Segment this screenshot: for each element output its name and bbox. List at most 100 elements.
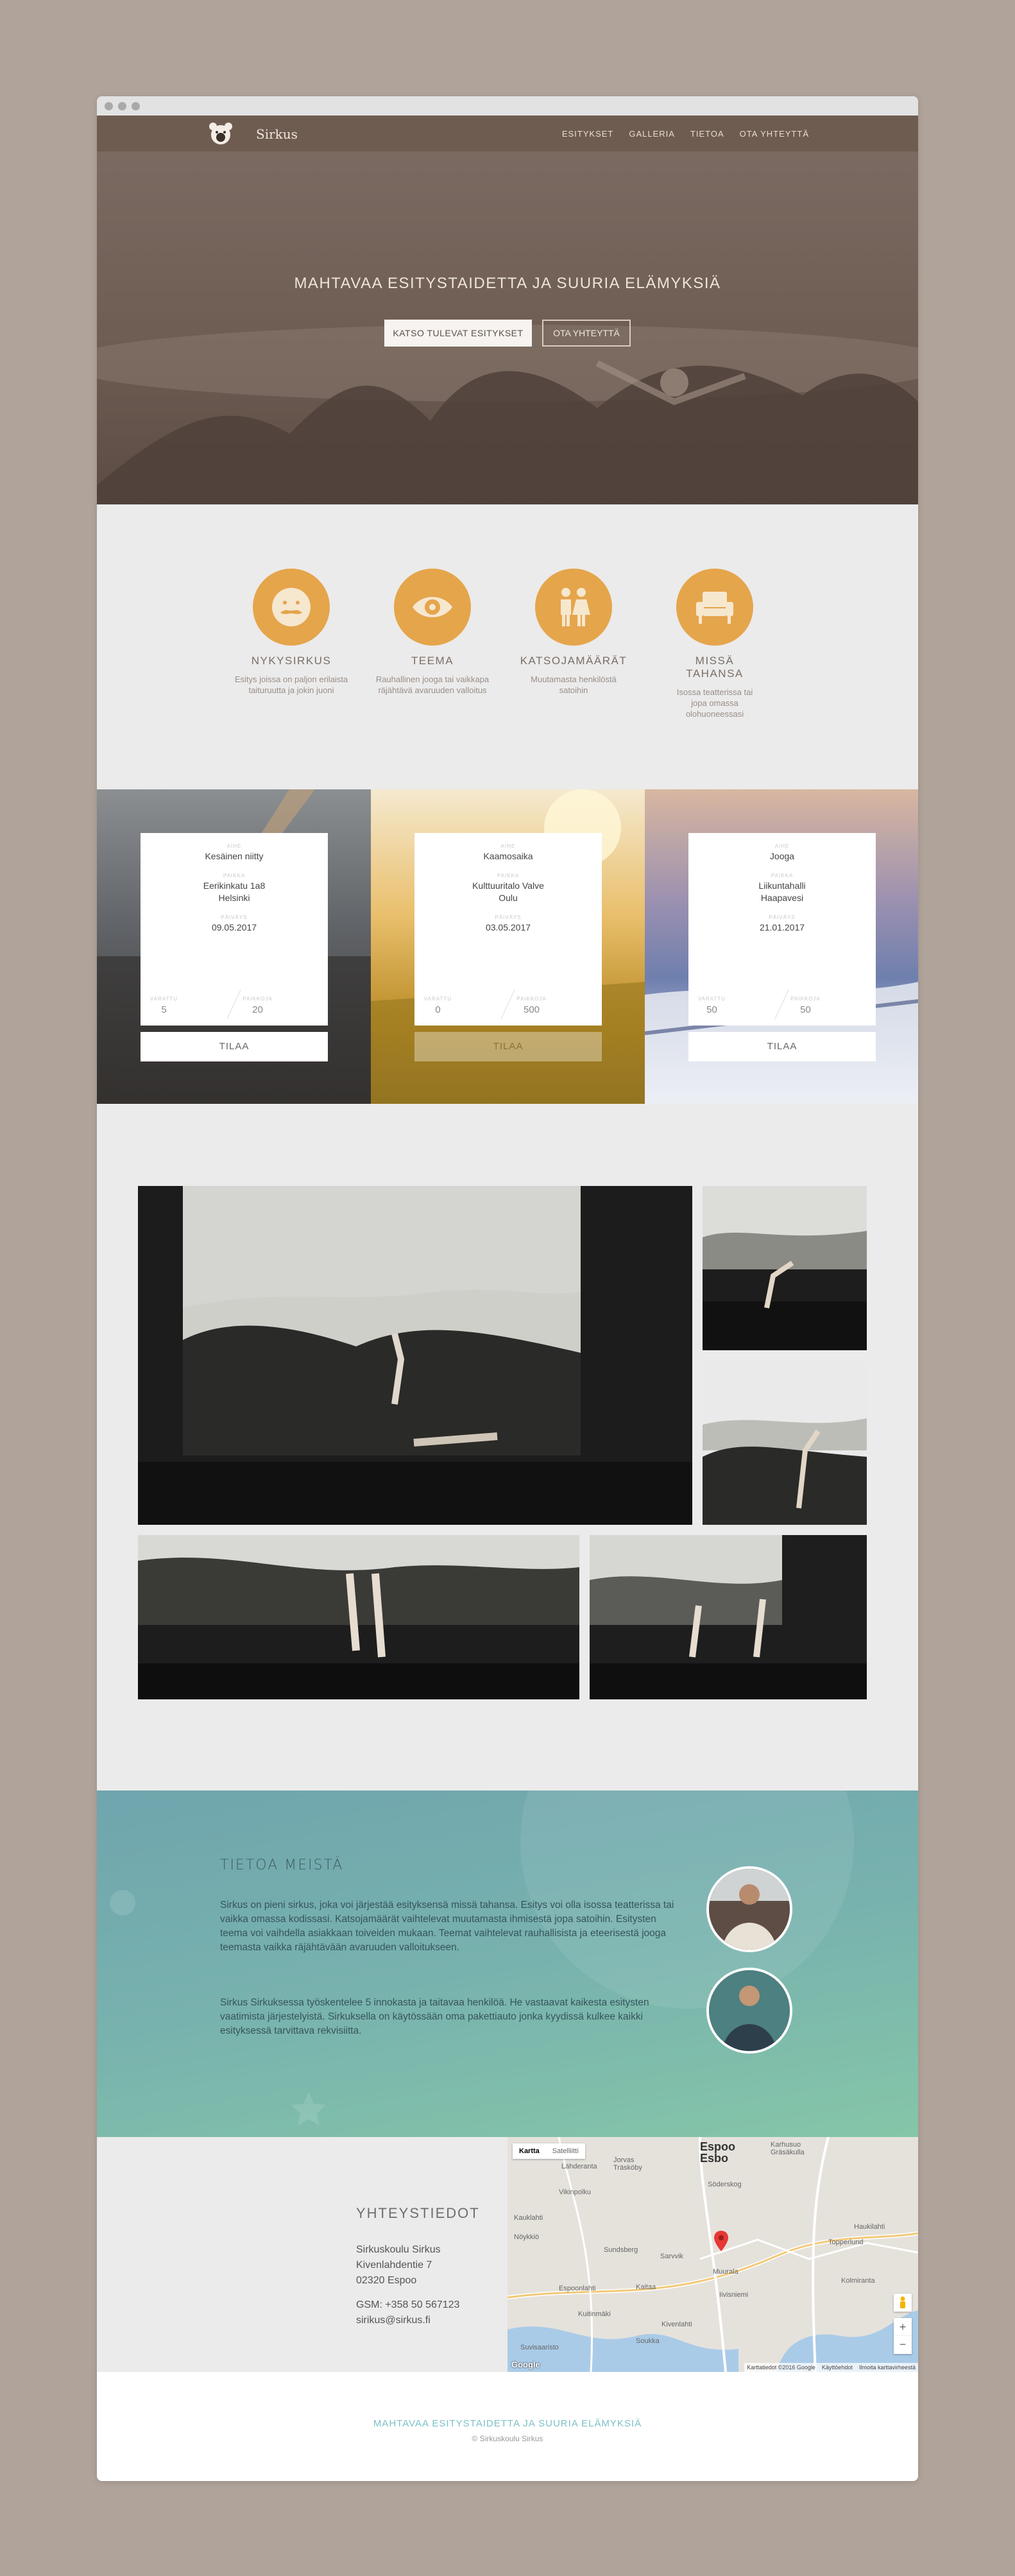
- reserved-count: 5: [161, 1004, 167, 1015]
- reserved-label: VARATTU: [697, 996, 726, 1002]
- gallery-photo-3[interactable]: [703, 1361, 867, 1525]
- gallery-section: [97, 1104, 918, 1790]
- menu-item-galleria[interactable]: GALLERIA: [629, 129, 675, 139]
- map-place-label: Sarvvik: [660, 2253, 684, 2260]
- window-dot-icon[interactable]: [118, 101, 126, 110]
- order-button[interactable]: TILAA: [688, 1032, 876, 1061]
- feature-teema: TEEMA Rauhallinen jooga tai vaikkapa räj…: [375, 569, 490, 696]
- footer-copyright: © Sirkuskoulu Sirkus: [472, 2434, 543, 2443]
- hero-section: MAHTAVAA ESITYSTAIDETTA JA SUURIA ELÄMYK…: [97, 151, 918, 504]
- map-place-label: Kauklahti: [514, 2214, 543, 2222]
- gallery-photo-4[interactable]: [138, 1535, 579, 1699]
- map-place-label: Iivisniemi: [719, 2291, 749, 2299]
- google-logo[interactable]: Google: [511, 2360, 540, 2369]
- event-theme: Jooga: [769, 851, 795, 861]
- map-place-label: Vikinpolku: [559, 2188, 591, 2196]
- map-city-alt: Esbo: [700, 2152, 729, 2165]
- seats-label: PAIKKOJA: [790, 996, 821, 1002]
- event-theme: Kaamosaika: [483, 851, 533, 861]
- map-place-label: Kuitinmäki: [578, 2310, 611, 2318]
- place-label: PAIKKA: [497, 873, 520, 879]
- seats-count: 50: [800, 1004, 811, 1015]
- map-place-label: Muurala: [713, 2268, 738, 2276]
- map-footer-bar: Karttatiedot ©2016 Google Käyttöehdot Il…: [744, 2363, 918, 2372]
- top-navbar: Sirkus ESITYKSET GALLERIA TIETOA OTA YHT…: [97, 116, 918, 151]
- about-title: TIETOA MEISTÄ: [220, 1857, 344, 1873]
- menu-item-tietoa[interactable]: TIETOA: [690, 129, 724, 139]
- gallery-photo-1[interactable]: [138, 1186, 692, 1525]
- event-date: 21.01.2017: [759, 922, 805, 932]
- feature-title: TEEMA: [411, 655, 454, 667]
- map-city-label: Espoo Esbo: [700, 2141, 735, 2164]
- window-dot-icon[interactable]: [132, 101, 140, 110]
- feature-title: KATSOJAMÄÄRÄT: [520, 655, 627, 667]
- seats-label: PAIKKOJA: [516, 996, 547, 1002]
- about-paragraph-2: Sirkus Sirkuksessa työskentelee 5 innoka…: [220, 1997, 649, 2036]
- map-place-label: Sundsberg: [604, 2246, 638, 2254]
- features-section: NYKYSIRKUS Esitys joissa on paljon erila…: [97, 504, 918, 789]
- feature-desc: Esitys joissa on paljon erilaista taitur…: [234, 674, 348, 695]
- event-date: 03.05.2017: [485, 922, 531, 932]
- map-terms-link[interactable]: Käyttöehdot: [822, 2364, 853, 2371]
- menu-item-ota-yhteytta[interactable]: OTA YHTEYTTÄ: [740, 129, 809, 139]
- order-button[interactable]: TILAA: [141, 1032, 328, 1061]
- events-section: AIHE Kesäinen niitty PAIKKA Eerikinkatu …: [97, 789, 918, 1104]
- bear-logo-icon[interactable]: [207, 121, 234, 146]
- feature-title: MISSÄ TAHANSA: [686, 655, 744, 680]
- map-type-control: Kartta Satelliitti: [513, 2143, 585, 2159]
- map-tab-map[interactable]: Kartta: [513, 2143, 546, 2159]
- contact-button[interactable]: OTA YHTEYTTÄ: [542, 320, 631, 347]
- brand-name[interactable]: Sirkus: [256, 126, 298, 142]
- map-pin-icon[interactable]: [714, 2231, 728, 2254]
- contact-postal: 02320 Espoo: [356, 2275, 417, 2286]
- gallery-photo-2[interactable]: [703, 1186, 867, 1350]
- eye-icon: [394, 569, 471, 646]
- map-tiles: [508, 2137, 918, 2372]
- map-city: Espoo: [700, 2140, 736, 2153]
- map-place-label: Haukilahti: [854, 2223, 885, 2231]
- menu-item-esitykset[interactable]: ESITYKSET: [562, 129, 614, 139]
- mustache-face-icon: [253, 569, 330, 646]
- feature-desc: Isossa teatterissa tai jopa omassa olohu…: [676, 687, 753, 719]
- map-place-label: Kaitaa: [636, 2283, 656, 2291]
- order-button[interactable]: TILAA: [414, 1032, 602, 1061]
- map-report-link[interactable]: Ilmoita karttavirheestä: [859, 2364, 916, 2371]
- date-label: PÄIVÄYS: [221, 914, 248, 920]
- map-attribution: Karttatiedot ©2016 Google: [747, 2364, 815, 2371]
- event-info-card: AIHE Jooga PAIKKA Liikuntahalli Haapaves…: [688, 833, 876, 1026]
- contact-title: YHTEYSTIEDOT: [356, 2205, 480, 2221]
- pegman-icon[interactable]: [894, 2294, 912, 2312]
- event-info-card: AIHE Kaamosaika PAIKKA Kulttuuritalo Val…: [414, 833, 602, 1026]
- gallery-photo-5[interactable]: [590, 1535, 867, 1699]
- event-date: 09.05.2017: [211, 922, 257, 932]
- event-city: Haapavesi: [760, 893, 804, 903]
- window-chrome: [97, 96, 918, 116]
- reserved-label: VARATTU: [149, 996, 178, 1002]
- footer: MAHTAVAA ESITYSTAIDETTA JA SUURIA ELÄMYK…: [97, 2372, 918, 2481]
- map-tab-satellite[interactable]: Satelliitti: [546, 2143, 585, 2159]
- seats-count: 500: [523, 1004, 540, 1015]
- footer-tagline: MAHTAVAA ESITYSTAIDETTA JA SUURIA ELÄMYK…: [373, 2418, 642, 2429]
- date-label: PÄIVÄYS: [769, 914, 796, 920]
- map-embed[interactable]: Kartta Satelliitti Espoo Esbo Karhusuo G…: [508, 2137, 918, 2372]
- window-dot-icon[interactable]: [105, 101, 113, 110]
- map-place-label: Kolmiranta: [841, 2277, 875, 2285]
- event-place: Eerikinkatu 1a8: [203, 880, 266, 891]
- event-city: Oulu: [499, 893, 518, 903]
- map-place-label: Lähderanta: [561, 2163, 597, 2170]
- map-place-label: Karhusuo: [771, 2141, 801, 2149]
- contact-email[interactable]: sirikus@sirkus.fi: [356, 2313, 431, 2328]
- event-city: Helsinki: [218, 893, 250, 903]
- map-place-label: Söderskog: [708, 2181, 742, 2188]
- browser-window: Sirkus ESITYKSET GALLERIA TIETOA OTA YHT…: [97, 96, 918, 2481]
- zoom-in-button[interactable]: +: [894, 2318, 912, 2336]
- map-place-label: Jorvas: [613, 2156, 635, 2164]
- theme-label: AIHE: [226, 843, 242, 849]
- show-events-button[interactable]: KATSO TULEVAT ESITYKSET: [384, 320, 532, 347]
- about-background-image: [110, 1790, 854, 2125]
- about-section: TIETOA MEISTÄ Sirkus on pieni sirkus, jo…: [97, 1790, 918, 2137]
- map-place-label: Soukka: [636, 2337, 660, 2345]
- event-place: Liikuntahalli: [758, 880, 806, 891]
- zoom-out-button[interactable]: −: [894, 2336, 912, 2354]
- about-paragraph-1: Sirkus on pieni sirkus, joka voi järjest…: [220, 1900, 674, 1953]
